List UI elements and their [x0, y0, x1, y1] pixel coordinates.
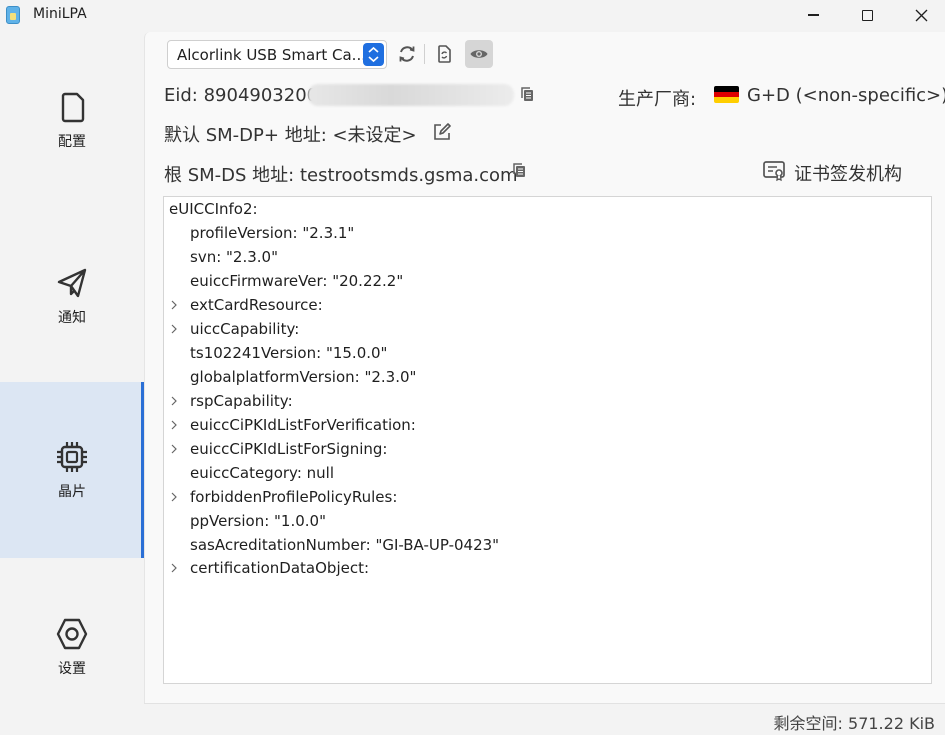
eid-label: Eid: 89049032000 — [164, 85, 330, 106]
tree-root-node[interactable]: eUICCInfo2: — [169, 200, 258, 222]
germany-flag-icon — [714, 86, 739, 103]
toolbar-divider — [424, 44, 425, 64]
sidebar-item-settings[interactable]: 设置 — [0, 559, 144, 735]
close-button[interactable] — [894, 0, 945, 30]
copy-smds-icon[interactable] — [511, 162, 527, 178]
sidebar-item-chip[interactable]: 晶片 — [0, 382, 144, 558]
sidebar-item-label: 晶片 — [58, 484, 86, 500]
tree-node[interactable]: euiccCiPKIdListForSigning: — [190, 440, 388, 462]
sim-card-icon — [61, 92, 85, 123]
switch-card-icon — [438, 45, 451, 63]
sidebar-item-label: 设置 — [58, 661, 86, 677]
sidebar-item-label: 通知 — [58, 310, 86, 326]
chevron-right-icon[interactable] — [170, 294, 180, 316]
tree-node[interactable]: ts102241Version: "15.0.0" — [190, 344, 387, 366]
refresh-icon — [399, 46, 415, 62]
manufacturer-value: G+D (<non-specific>) — [747, 85, 945, 106]
tree-node[interactable]: sasAcreditationNumber: "GI-BA-UP-0423" — [190, 536, 499, 558]
card-reader-select[interactable]: Alcorlink USB Smart Ca... — [167, 40, 387, 69]
tree-node[interactable]: euiccFirmwareVer: "20.22.2" — [190, 272, 403, 294]
chevron-right-icon[interactable] — [170, 390, 180, 412]
certificate-issuer-button[interactable]: 证书签发机构 — [762, 158, 922, 186]
chevron-right-icon[interactable] — [170, 318, 180, 340]
chevron-right-icon[interactable] — [170, 438, 180, 460]
root-smds-address: 根 SM-DS 地址: testrootsmds.gsma.com — [164, 165, 518, 186]
minimize-button[interactable] — [786, 0, 840, 30]
tree-node[interactable]: extCardResource: — [190, 296, 323, 318]
edit-icon[interactable] — [432, 122, 452, 142]
refresh-button[interactable] — [393, 40, 421, 68]
euicc-info-tree[interactable]: eUICCInfo2: profileVersion: "2.3.1" svn:… — [163, 196, 932, 684]
chevron-right-icon[interactable] — [170, 414, 180, 436]
paper-plane-icon — [57, 268, 87, 298]
tree-node[interactable]: svn: "2.3.0" — [190, 248, 278, 270]
tree-node[interactable]: forbiddenProfilePolicyRules: — [190, 488, 397, 510]
tree-node[interactable]: ppVersion: "1.0.0" — [190, 512, 326, 534]
copy-eid-icon[interactable] — [519, 86, 535, 102]
certificate-issuer-label: 证书签发机构 — [794, 164, 902, 185]
chip-icon — [57, 442, 87, 472]
default-smdp-address: 默认 SM-DP+ 地址: <未设定> — [164, 125, 417, 146]
sidebar-item-label: 配置 — [58, 134, 86, 150]
window-title: MiniLPA — [33, 6, 87, 22]
select-updown-icon[interactable] — [363, 43, 384, 66]
minimize-icon — [807, 14, 819, 16]
tree-node[interactable]: euiccCategory: null — [190, 464, 334, 486]
eye-icon — [470, 50, 488, 58]
tree-node[interactable]: euiccCiPKIdListForVerification: — [190, 416, 416, 438]
tree-node[interactable]: globalplatformVersion: "2.3.0" — [190, 368, 416, 390]
chevron-right-icon[interactable] — [170, 486, 180, 508]
tree-node[interactable]: uiccCapability: — [190, 320, 299, 342]
sidebar: 配置 通知 晶片 设置 — [0, 32, 144, 735]
sidebar-item-profiles[interactable]: 配置 — [0, 32, 144, 208]
view-toggle-button[interactable] — [465, 40, 493, 68]
status-bar: 剩余空间: 571.22 KiB — [144, 703, 945, 735]
sidebar-item-notifications[interactable]: 通知 — [0, 208, 144, 384]
manufacturer-label: 生产厂商: — [618, 89, 697, 110]
free-space-status: 剩余空间: 571.22 KiB — [773, 714, 935, 733]
title-bar: MiniLPA — [0, 0, 945, 32]
tree-node[interactable]: certificationDataObject: — [190, 559, 369, 581]
settings-hex-icon — [56, 618, 88, 650]
chevron-right-icon[interactable] — [170, 557, 180, 579]
close-icon — [915, 9, 927, 21]
eid-redacted-region — [308, 84, 514, 106]
maximize-icon — [861, 9, 873, 21]
tree-node[interactable]: rspCapability: — [190, 392, 293, 414]
switch-card-button[interactable] — [430, 40, 458, 68]
tree-node[interactable]: profileVersion: "2.3.1" — [190, 224, 354, 246]
maximize-button[interactable] — [840, 0, 894, 30]
app-logo-icon — [6, 6, 20, 24]
certificate-icon — [763, 161, 785, 182]
